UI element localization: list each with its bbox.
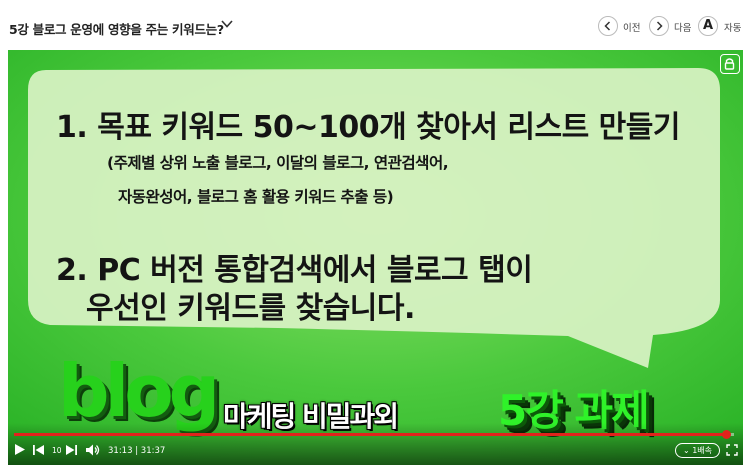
speed-label: 1배속 bbox=[692, 446, 713, 455]
skip-seconds: 10 bbox=[52, 446, 62, 455]
font-size-button[interactable]: A bbox=[698, 16, 718, 36]
slide-line-1: 1. 목표 키워드 50~100개 찾아서 리스트 만들기 bbox=[56, 110, 680, 145]
forward-icon[interactable] bbox=[65, 444, 78, 456]
slide-line-2: (주제별 상위 노출 블로그, 이달의 블로그, 연관검색어, bbox=[107, 154, 449, 172]
play-icon[interactable] bbox=[14, 443, 26, 456]
progress-fill bbox=[14, 433, 727, 436]
current-time: 31:13 bbox=[108, 446, 133, 456]
player-controls bbox=[8, 423, 743, 465]
slide-line-5: 우선인 키워드를 찾습니다. bbox=[86, 291, 415, 326]
next-button[interactable] bbox=[649, 16, 669, 36]
slide-line-3: 자동완성어, 블로그 홈 활용 키워드 추출 등) bbox=[118, 188, 394, 206]
top-bar: 5강 블로그 운영에 영향을 주는 키워드는? 이전 다음 A 자동 bbox=[0, 0, 743, 50]
volume-icon[interactable] bbox=[85, 443, 101, 457]
progress-bar[interactable] bbox=[14, 430, 734, 439]
rewind-icon[interactable] bbox=[32, 444, 45, 456]
brand-logo: blog bbox=[58, 349, 220, 433]
prev-label[interactable]: 이전 bbox=[623, 20, 640, 34]
chevron-right-icon bbox=[656, 21, 663, 31]
next-label[interactable]: 다음 bbox=[674, 20, 691, 34]
chevron-down-icon: ⌄ bbox=[682, 446, 690, 455]
fullscreen-icon[interactable] bbox=[726, 444, 738, 456]
prev-button[interactable] bbox=[598, 16, 618, 36]
page-title: 5강 블로그 운영에 영향을 주는 키워드는? bbox=[9, 22, 224, 37]
lock-icon[interactable] bbox=[720, 54, 740, 74]
progress-handle[interactable] bbox=[722, 430, 732, 439]
auto-label[interactable]: 자동 bbox=[724, 20, 741, 34]
video-player[interactable]: 1. 목표 키워드 50~100개 찾아서 리스트 만들기 (주제별 상위 노출… bbox=[8, 50, 743, 465]
chevron-left-icon bbox=[604, 21, 611, 31]
speed-button[interactable]: ⌄ 1배속 bbox=[675, 443, 720, 458]
total-time: 31:37 bbox=[140, 446, 166, 456]
time-display: 31:13 | 31:37 bbox=[108, 446, 166, 456]
chevron-down-icon[interactable] bbox=[220, 17, 234, 31]
